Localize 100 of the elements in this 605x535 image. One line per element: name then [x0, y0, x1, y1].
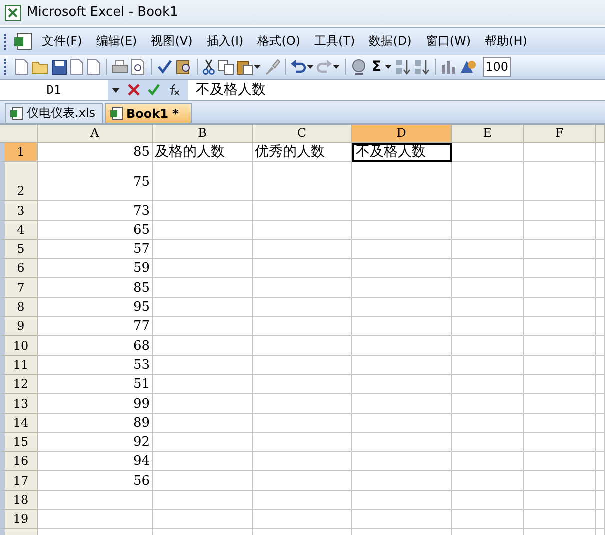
table-cell[interactable]	[452, 336, 524, 356]
table-cell[interactable]: 73	[38, 201, 153, 221]
menu-item[interactable]: 窗口(W)	[420, 31, 478, 52]
row-header[interactable]: 18	[0, 490, 38, 510]
table-cell[interactable]	[352, 220, 452, 240]
workbook-tab[interactable]: Book1 *	[104, 103, 192, 123]
table-cell[interactable]	[524, 162, 596, 202]
table-cell[interactable]	[352, 240, 452, 260]
table-cell[interactable]	[153, 356, 253, 375]
menu-item[interactable]: 数据(D)	[363, 31, 418, 52]
table-cell[interactable]: 优秀的人数	[253, 143, 352, 162]
table-cell[interactable]	[253, 298, 352, 318]
column-header[interactable]: F	[524, 125, 596, 143]
table-cell[interactable]	[596, 336, 605, 356]
table-cell[interactable]	[153, 394, 253, 414]
table-cell[interactable]	[153, 298, 253, 318]
row-header[interactable]: 11	[0, 356, 38, 375]
table-cell[interactable]	[253, 317, 352, 336]
table-cell[interactable]: 65	[38, 220, 153, 240]
menu-item[interactable]: 格式(O)	[252, 31, 307, 52]
table-cell[interactable]	[253, 471, 352, 491]
table-cell[interactable]	[452, 240, 524, 260]
active-cell[interactable]: 不及格人数	[352, 143, 452, 162]
caret-icon[interactable]	[384, 65, 392, 69]
column-header[interactable]: A	[38, 125, 153, 143]
table-cell[interactable]	[452, 201, 524, 221]
table-cell[interactable]	[524, 374, 596, 394]
table-cell[interactable]	[596, 432, 605, 452]
table-cell[interactable]	[596, 490, 605, 510]
table-cell[interactable]	[352, 490, 452, 510]
table-cell[interactable]	[253, 510, 352, 530]
sort-descending-icon[interactable]	[414, 59, 430, 75]
undo-icon[interactable]	[291, 60, 306, 74]
row-header[interactable]: 5	[0, 240, 38, 260]
row-header[interactable]: 14	[0, 414, 38, 433]
row-header[interactable]: 1	[0, 143, 38, 162]
table-cell[interactable]	[153, 452, 253, 472]
table-cell[interactable]	[352, 317, 452, 336]
table-cell[interactable]	[352, 278, 452, 298]
table-cell[interactable]	[253, 162, 352, 202]
table-cell[interactable]	[253, 394, 352, 414]
table-cell[interactable]	[524, 432, 596, 452]
table-cell[interactable]	[452, 471, 524, 491]
menu-item[interactable]: 文件(F)	[36, 31, 88, 52]
caret-icon[interactable]	[333, 65, 340, 69]
table-cell[interactable]	[596, 278, 605, 298]
table-cell[interactable]	[253, 452, 352, 472]
table-cell[interactable]	[596, 317, 605, 336]
document-icon[interactable]	[15, 59, 29, 75]
row-header[interactable]: 4	[0, 220, 38, 240]
table-cell[interactable]	[452, 317, 524, 336]
menu-item[interactable]: 编辑(E)	[90, 31, 144, 52]
table-cell[interactable]	[524, 356, 596, 375]
table-cell[interactable]	[596, 162, 605, 202]
table-cell[interactable]	[153, 162, 253, 202]
table-cell[interactable]	[452, 298, 524, 318]
sort-ascending-icon[interactable]	[394, 59, 411, 75]
table-cell[interactable]	[452, 143, 524, 162]
row-header[interactable]: 8	[0, 298, 38, 318]
row-header[interactable]: 3	[0, 201, 38, 221]
row-header[interactable]: 16	[0, 452, 38, 472]
table-cell[interactable]	[596, 240, 605, 260]
table-cell[interactable]	[38, 490, 153, 510]
table-cell[interactable]	[153, 317, 253, 336]
table-cell[interactable]	[153, 240, 253, 260]
table-cell[interactable]	[596, 374, 605, 394]
menu-item[interactable]: 插入(I)	[200, 31, 250, 52]
table-cell[interactable]	[352, 298, 452, 318]
save-icon[interactable]	[52, 60, 67, 74]
menu-item[interactable]: 视图(V)	[145, 31, 199, 52]
table-cell[interactable]	[524, 394, 596, 414]
table-cell[interactable]	[524, 471, 596, 491]
table-cell[interactable]	[524, 510, 596, 530]
name-box[interactable]: D1	[0, 80, 108, 100]
table-cell[interactable]	[524, 143, 596, 162]
table-cell[interactable]	[153, 278, 253, 298]
table-cell[interactable]	[153, 259, 253, 278]
table-cell[interactable]	[352, 414, 452, 433]
table-cell[interactable]	[524, 201, 596, 221]
table-cell[interactable]	[524, 336, 596, 356]
row-header[interactable]: 10	[0, 336, 38, 356]
table-cell[interactable]	[352, 510, 452, 530]
table-cell[interactable]	[352, 452, 452, 472]
function-icon[interactable]	[168, 84, 180, 96]
table-cell[interactable]	[596, 414, 605, 433]
zoom-field[interactable]: 100	[482, 57, 512, 77]
caret-icon[interactable]	[307, 65, 314, 69]
table-cell[interactable]	[452, 510, 524, 530]
table-cell[interactable]	[253, 356, 352, 375]
table-cell[interactable]	[153, 336, 253, 356]
table-cell[interactable]: 57	[38, 240, 153, 260]
table-cell[interactable]	[352, 162, 452, 202]
menu-item[interactable]: 工具(T)	[308, 31, 362, 52]
table-cell[interactable]	[253, 490, 352, 510]
table-cell[interactable]	[452, 374, 524, 394]
table-cell[interactable]	[524, 278, 596, 298]
scissors-icon[interactable]	[203, 59, 215, 75]
magnifier-page-icon[interactable]	[131, 59, 146, 75]
table-cell[interactable]	[452, 356, 524, 375]
table-cell[interactable]	[596, 394, 605, 414]
